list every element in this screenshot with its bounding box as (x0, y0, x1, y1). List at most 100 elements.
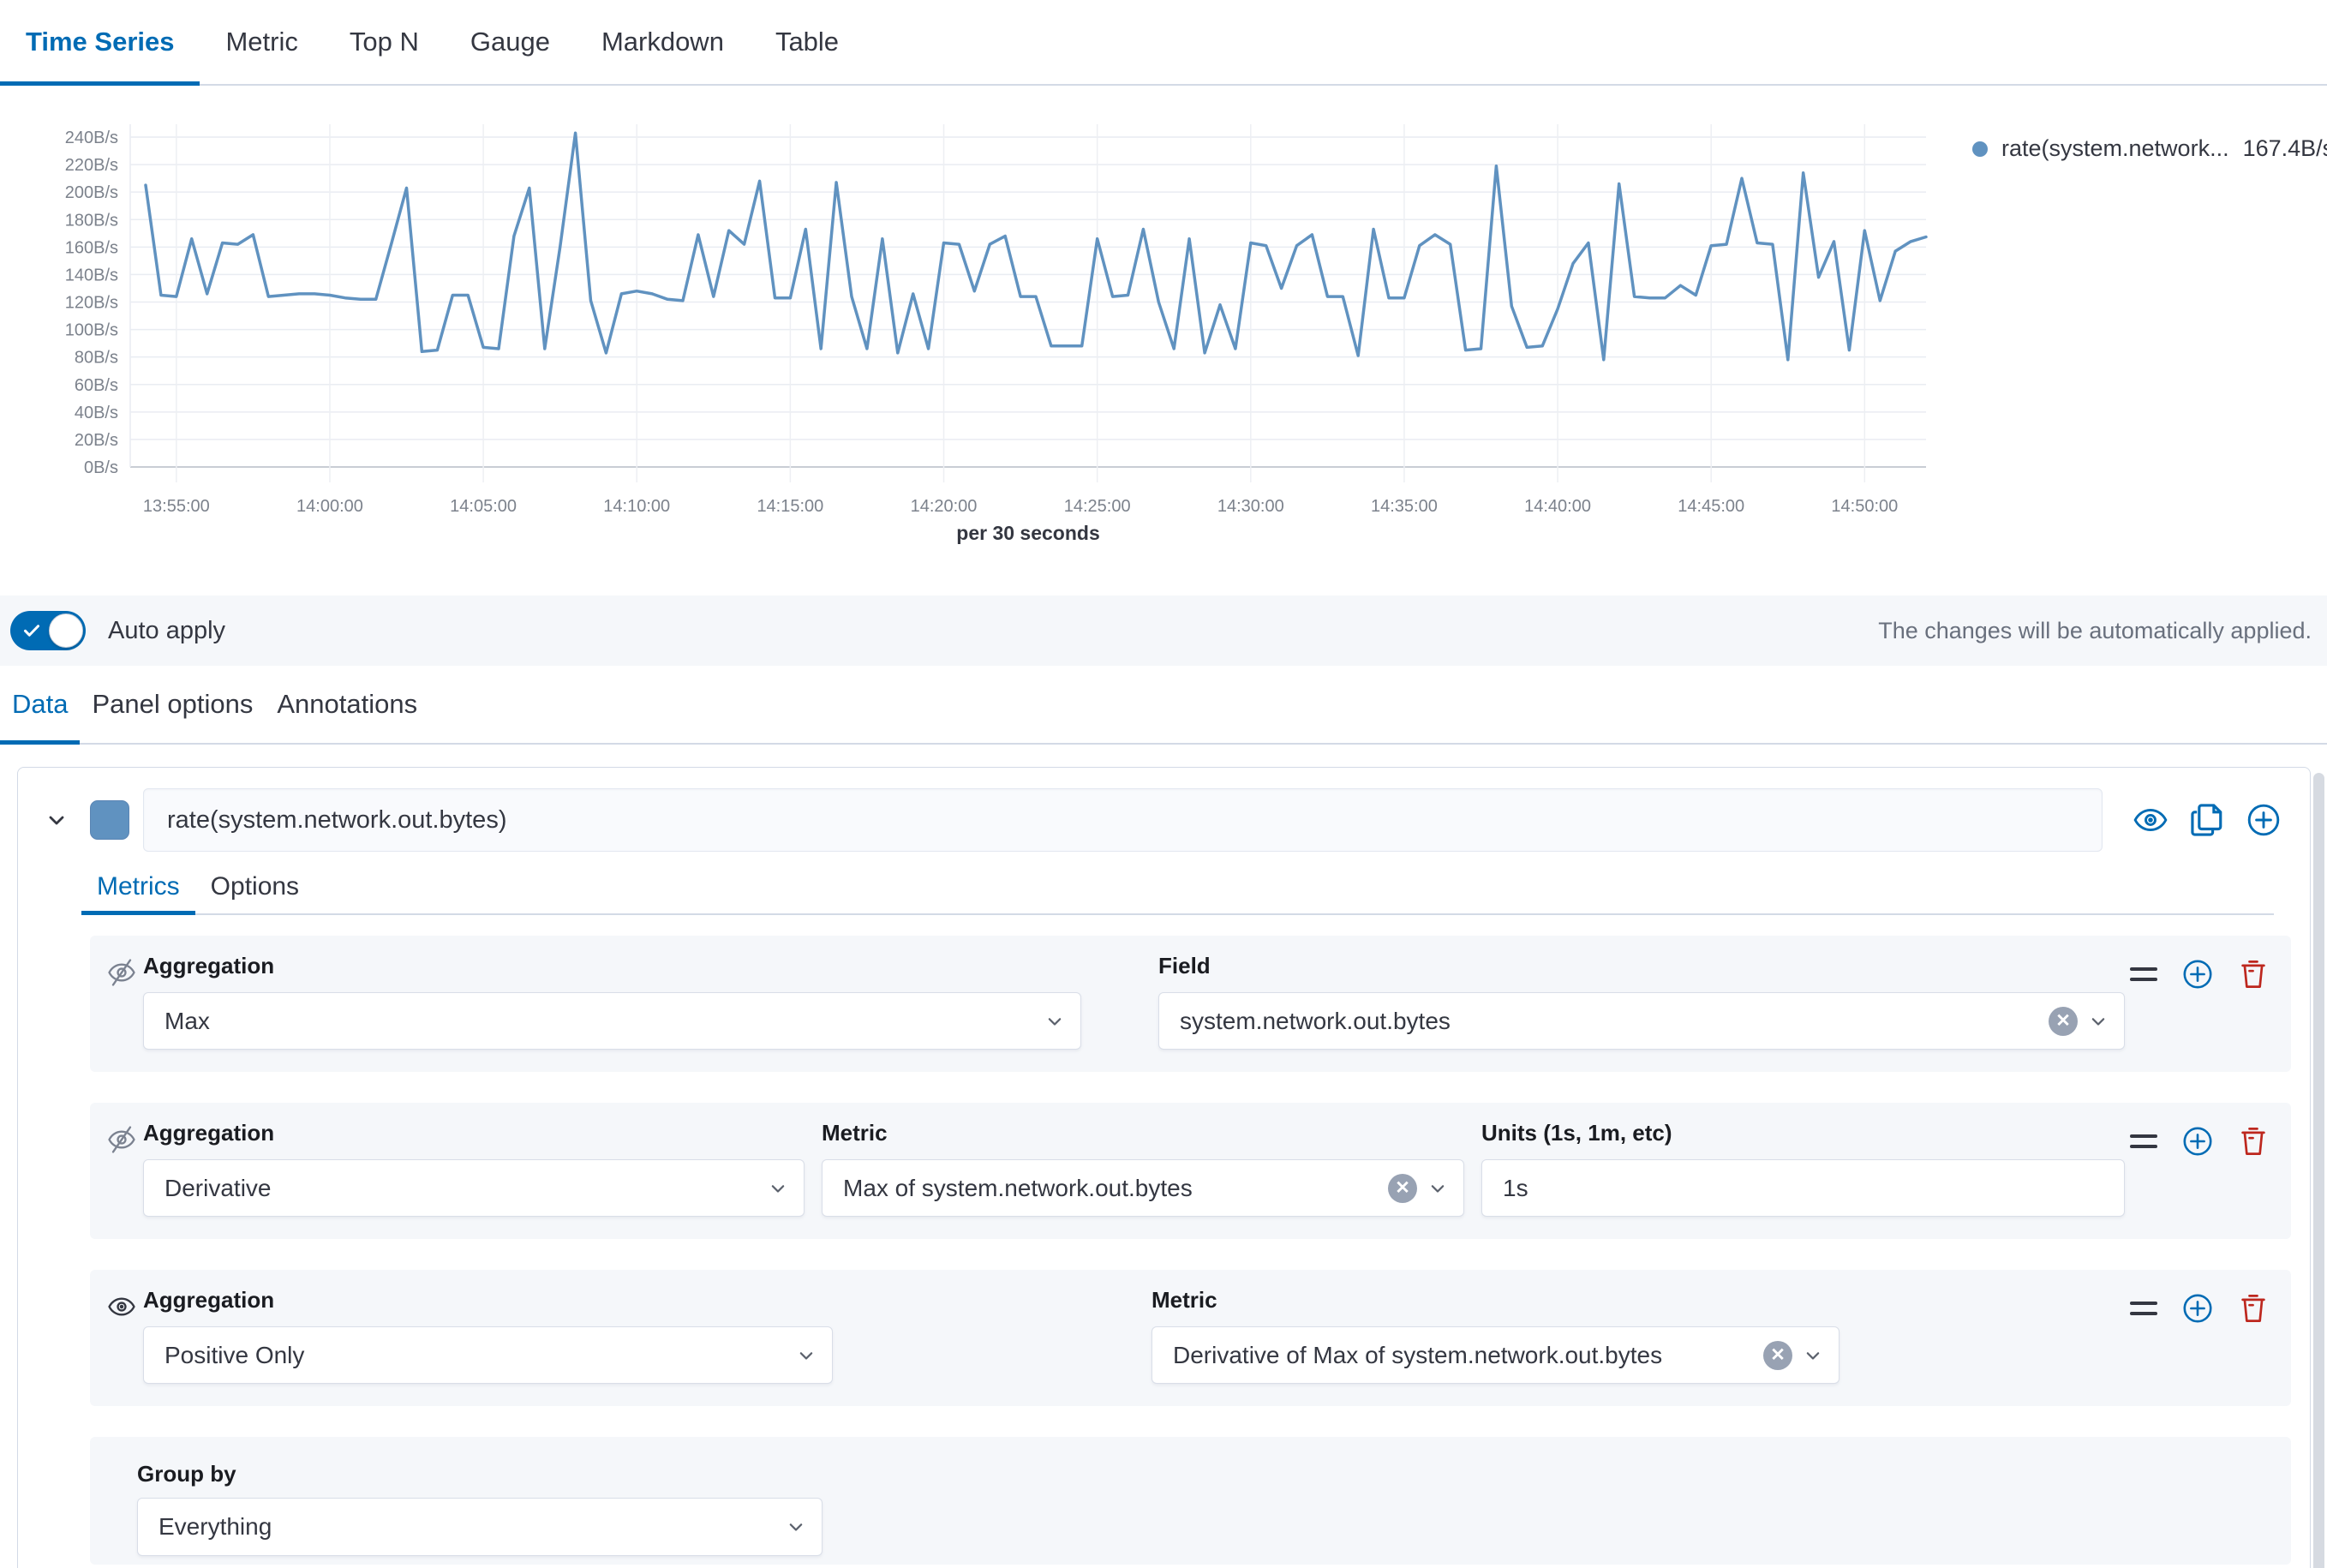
aggregation-select[interactable]: Derivative (143, 1159, 805, 1217)
svg-text:14:00:00: 14:00:00 (296, 497, 363, 516)
vertical-scrollbar[interactable] (2313, 773, 2324, 1568)
tab-gauge[interactable]: Gauge (445, 0, 576, 84)
chevron-down-icon (1426, 1176, 1450, 1200)
units-value: 1s (1503, 1175, 2110, 1202)
copy-icon[interactable] (2188, 801, 2226, 839)
row-actions (2130, 958, 2269, 990)
series-actions (2132, 801, 2282, 839)
svg-text:100B/s: 100B/s (65, 321, 118, 340)
trash-icon[interactable] (2238, 1126, 2269, 1157)
series-header: rate(system.network.out.bytes) (37, 788, 2291, 852)
metric-value: Derivative of Max of system.network.out.… (1173, 1342, 1763, 1369)
svg-text:14:05:00: 14:05:00 (450, 497, 517, 516)
plus-circle-icon[interactable] (2181, 1292, 2214, 1325)
drag-handle[interactable] (2130, 1302, 2157, 1315)
series-card: rate(system.network.out.bytes) (17, 767, 2311, 1568)
chevron-down-icon (1801, 1344, 1825, 1368)
tab-time-series[interactable]: Time Series (0, 0, 200, 84)
row-actions (2130, 1292, 2269, 1325)
eye-icon[interactable] (2132, 801, 2169, 839)
auto-apply-label: Auto apply (108, 617, 225, 645)
aggregation-value: Derivative (165, 1175, 766, 1202)
legend-series-value: 167.4B/s (2243, 135, 2327, 162)
aggregation-row: Aggregation Derivative Metric Max of sys… (90, 1103, 2291, 1239)
chevron-down-icon (2086, 1009, 2110, 1033)
plus-circle-icon[interactable] (2245, 801, 2282, 839)
tab-panel-options[interactable]: Panel options (80, 666, 265, 743)
svg-text:14:15:00: 14:15:00 (757, 497, 823, 516)
tab-metrics[interactable]: Metrics (81, 860, 195, 913)
svg-text:180B/s: 180B/s (65, 211, 118, 230)
tab-top-n[interactable]: Top N (324, 0, 445, 84)
series-tabs: Metrics Options (81, 860, 2274, 915)
svg-text:14:30:00: 14:30:00 (1217, 497, 1284, 516)
svg-text:240B/s: 240B/s (65, 129, 118, 147)
metric-value: Max of system.network.out.bytes (843, 1175, 1388, 1202)
chevron-down-icon (1043, 1009, 1067, 1033)
series-color-swatch[interactable] (90, 800, 129, 840)
tab-table[interactable]: Table (750, 0, 864, 84)
auto-apply-toggle[interactable] (10, 611, 86, 650)
svg-text:14:50:00: 14:50:00 (1831, 497, 1898, 516)
svg-text:14:10:00: 14:10:00 (603, 497, 670, 516)
svg-text:220B/s: 220B/s (65, 156, 118, 175)
metric-combobox[interactable]: Derivative of Max of system.network.out.… (1152, 1326, 1839, 1384)
legend-item[interactable]: rate(system.network... 167.4B/s (1972, 135, 2327, 162)
aggregation-row: Aggregation Positive Only Metric Derivat… (90, 1270, 2291, 1406)
drag-handle[interactable] (2130, 1134, 2157, 1148)
units-input[interactable]: 1s (1481, 1159, 2125, 1217)
eye-icon (107, 1292, 136, 1321)
row-fields: Aggregation Max Field system.network.out… (143, 953, 2125, 1050)
svg-text:20B/s: 20B/s (75, 431, 118, 450)
svg-text:160B/s: 160B/s (65, 238, 118, 257)
metric-combobox[interactable]: Max of system.network.out.bytes ✕ (822, 1159, 1464, 1217)
group-by-panel: Group by Everything (90, 1437, 2291, 1565)
group-by-select[interactable]: Everything (137, 1498, 823, 1556)
metric-label: Metric (1152, 1287, 1839, 1314)
plus-circle-icon[interactable] (2181, 1125, 2214, 1158)
trash-icon[interactable] (2238, 959, 2269, 990)
trash-icon[interactable] (2238, 1293, 2269, 1324)
field-label: Field (1158, 953, 2125, 979)
tab-metric[interactable]: Metric (200, 0, 323, 84)
timeseries-chart: 0B/s20B/s40B/s60B/s80B/s100B/s120B/s140B… (0, 86, 2327, 595)
svg-text:14:25:00: 14:25:00 (1064, 497, 1131, 516)
svg-text:13:55:00: 13:55:00 (143, 497, 210, 516)
chevron-down-icon (784, 1515, 808, 1539)
series-label-input[interactable]: rate(system.network.out.bytes) (143, 788, 2103, 852)
visualization-type-tabs: Time Series Metric Top N Gauge Markdown … (0, 0, 2327, 86)
tab-data[interactable]: Data (0, 666, 80, 743)
svg-text:200B/s: 200B/s (65, 183, 118, 202)
eye-closed-icon (107, 1125, 136, 1154)
chevron-down-icon (794, 1344, 818, 1368)
aggregation-select[interactable]: Positive Only (143, 1326, 833, 1384)
svg-text:120B/s: 120B/s (65, 294, 118, 313)
tab-options[interactable]: Options (195, 860, 314, 913)
eye-closed-icon (107, 958, 136, 987)
legend-series-dot (1972, 141, 1988, 157)
aggregation-value: Max (165, 1008, 1043, 1035)
aggregation-row: Aggregation Max Field system.network.out… (90, 936, 2291, 1072)
chevron-down-icon (766, 1176, 790, 1200)
aggregation-value: Positive Only (165, 1342, 794, 1369)
clear-icon[interactable]: ✕ (1388, 1174, 1417, 1203)
svg-text:per 30 seconds: per 30 seconds (956, 522, 1099, 544)
tab-annotations[interactable]: Annotations (265, 666, 429, 743)
plus-circle-icon[interactable] (2181, 958, 2214, 990)
toggle-knob (49, 613, 83, 648)
aggregation-label: Aggregation (143, 1120, 805, 1146)
chevron-down-icon[interactable] (37, 800, 76, 840)
svg-text:14:45:00: 14:45:00 (1678, 497, 1744, 516)
clear-icon[interactable]: ✕ (1763, 1341, 1792, 1370)
tab-markdown[interactable]: Markdown (576, 0, 750, 84)
field-combobox[interactable]: system.network.out.bytes ✕ (1158, 992, 2125, 1050)
aggregation-select[interactable]: Max (143, 992, 1081, 1050)
drag-handle[interactable] (2130, 967, 2157, 981)
svg-text:14:20:00: 14:20:00 (911, 497, 978, 516)
row-actions (2130, 1125, 2269, 1158)
aggregation-label: Aggregation (143, 1287, 833, 1314)
field-value: system.network.out.bytes (1180, 1008, 2049, 1035)
group-by-label: Group by (137, 1461, 2269, 1487)
check-icon (21, 620, 42, 641)
clear-icon[interactable]: ✕ (2049, 1007, 2078, 1036)
